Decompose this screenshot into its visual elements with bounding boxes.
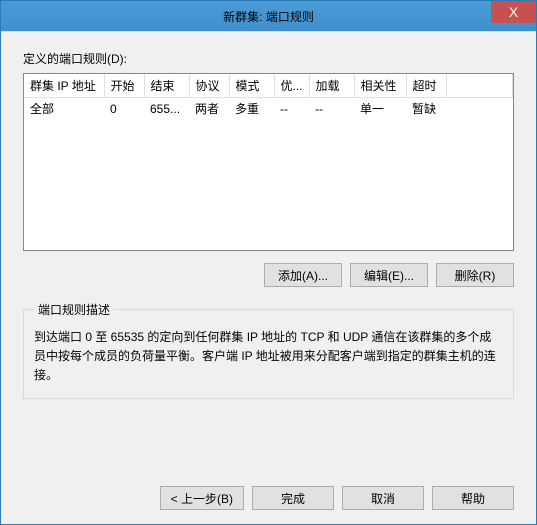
cell-load: -- bbox=[309, 98, 354, 120]
header-end[interactable]: 结束 bbox=[144, 74, 189, 98]
description-fieldset: 端口规则描述 到达端口 0 至 65535 的定向到任何群集 IP 地址的 TC… bbox=[23, 301, 514, 399]
description-legend: 端口规则描述 bbox=[34, 301, 114, 318]
close-button[interactable]: X bbox=[491, 1, 536, 23]
cell-timeout: 暂缺 bbox=[406, 98, 446, 120]
description-text: 到达端口 0 至 65535 的定向到任何群集 IP 地址的 TCP 和 UDP… bbox=[34, 328, 503, 386]
header-load[interactable]: 加载 bbox=[309, 74, 354, 98]
dialog-window: 新群集: 端口规则 X 定义的端口规则(D): 群集 IP 地址 开始 结束 协… bbox=[0, 0, 537, 525]
rules-label: 定义的端口规则(D): bbox=[23, 50, 514, 67]
header-priority[interactable]: 优... bbox=[274, 74, 309, 98]
remove-button[interactable]: 删除(R) bbox=[436, 263, 514, 287]
rules-table[interactable]: 群集 IP 地址 开始 结束 协议 模式 优... 加载 相关性 超时 全部 bbox=[24, 74, 513, 119]
spacer bbox=[23, 409, 514, 476]
cell-affinity: 单一 bbox=[354, 98, 406, 120]
header-mode[interactable]: 模式 bbox=[229, 74, 274, 98]
cancel-button[interactable]: 取消 bbox=[342, 486, 424, 510]
cell-start: 0 bbox=[104, 98, 144, 120]
cell-ip: 全部 bbox=[24, 98, 104, 120]
content-area: 定义的端口规则(D): 群集 IP 地址 开始 结束 协议 模式 优... 加载… bbox=[1, 31, 536, 524]
table-header-row: 群集 IP 地址 开始 结束 协议 模式 优... 加载 相关性 超时 bbox=[24, 74, 513, 98]
cell-protocol: 两者 bbox=[189, 98, 229, 120]
window-title: 新群集: 端口规则 bbox=[223, 8, 314, 25]
table-row[interactable]: 全部 0 655... 两者 多重 -- -- 单一 暂缺 bbox=[24, 98, 513, 120]
header-protocol[interactable]: 协议 bbox=[189, 74, 229, 98]
back-button[interactable]: < 上一步(B) bbox=[160, 486, 244, 510]
rule-buttons-row: 添加(A)... 编辑(E)... 删除(R) bbox=[23, 263, 514, 287]
help-button[interactable]: 帮助 bbox=[432, 486, 514, 510]
wizard-footer: < 上一步(B) 完成 取消 帮助 bbox=[23, 476, 514, 510]
header-spacer bbox=[446, 74, 512, 98]
edit-button[interactable]: 编辑(E)... bbox=[350, 263, 428, 287]
cell-spacer bbox=[446, 98, 512, 120]
header-ip[interactable]: 群集 IP 地址 bbox=[24, 74, 104, 98]
titlebar: 新群集: 端口规则 X bbox=[1, 1, 536, 31]
finish-button[interactable]: 完成 bbox=[252, 486, 334, 510]
header-timeout[interactable]: 超时 bbox=[406, 74, 446, 98]
header-start[interactable]: 开始 bbox=[104, 74, 144, 98]
rules-table-container: 群集 IP 地址 开始 结束 协议 模式 优... 加载 相关性 超时 全部 bbox=[23, 73, 514, 251]
cell-mode: 多重 bbox=[229, 98, 274, 120]
add-button[interactable]: 添加(A)... bbox=[264, 263, 342, 287]
header-affinity[interactable]: 相关性 bbox=[354, 74, 406, 98]
close-icon: X bbox=[509, 4, 518, 20]
cell-end: 655... bbox=[144, 98, 189, 120]
cell-priority: -- bbox=[274, 98, 309, 120]
